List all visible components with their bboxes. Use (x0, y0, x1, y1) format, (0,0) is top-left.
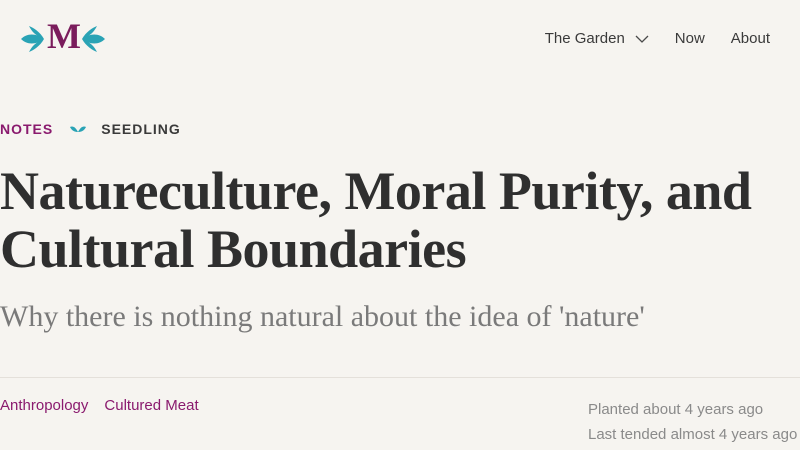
main-nav: The Garden Now About (545, 30, 770, 47)
article-dates: Planted about 4 years ago Last tended al… (588, 397, 797, 447)
page-title: Natureculture, Moral Purity, and Cultura… (0, 161, 752, 279)
nav-about[interactable]: About (731, 30, 770, 47)
leaf-icon (82, 26, 105, 52)
nav-now[interactable]: Now (675, 30, 705, 47)
planted-date: Planted about 4 years ago (588, 401, 764, 418)
site-logo[interactable]: M (20, 18, 106, 56)
page-subtitle: Why there is nothing natural about the i… (0, 300, 645, 333)
seedling-icon (70, 126, 87, 132)
chevron-down-icon (635, 35, 649, 43)
growth-stage: SEEDLING (101, 121, 181, 137)
nav-the-garden[interactable]: The Garden (545, 30, 649, 47)
tag-anthropology[interactable]: Anthropology (0, 397, 88, 414)
nav-about-label: About (730, 30, 770, 47)
tag-cultured-meat[interactable]: Cultured Meat (104, 397, 198, 414)
tended-date: Last tended almost 4 years ago (588, 426, 798, 443)
logo-letter: M (47, 16, 81, 56)
nav-the-garden-label: The Garden (544, 30, 625, 47)
topic-tags: Anthropology Cultured Meat (0, 397, 199, 414)
nav-now-label: Now (674, 30, 705, 47)
divider (0, 377, 800, 378)
leaf-icon (21, 26, 44, 52)
article-eyebrow: NOTES SEEDLING (0, 121, 181, 137)
category-link[interactable]: NOTES (0, 121, 53, 137)
